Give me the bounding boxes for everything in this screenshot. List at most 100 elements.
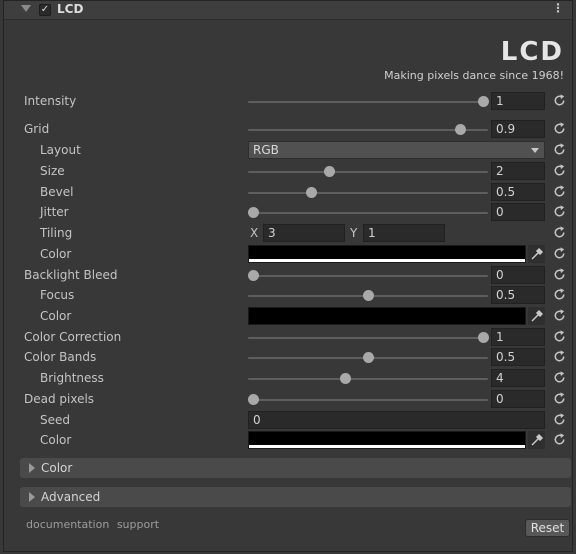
label-intensity: Intensity: [24, 94, 77, 108]
reset-icon[interactable]: [552, 432, 567, 447]
label-dead-pixels: Dead pixels: [24, 392, 95, 406]
bevel-field[interactable]: 0.5: [491, 183, 545, 201]
color-bands-slider[interactable]: [248, 348, 488, 368]
reset-icon[interactable]: [552, 349, 567, 364]
focus-field[interactable]: 0.5: [491, 286, 545, 304]
size-field[interactable]: 2: [491, 162, 545, 180]
row-bevel: Bevel 0.5: [4, 183, 572, 203]
enable-checkbox[interactable]: ✓: [39, 4, 51, 16]
slider-thumb[interactable]: [363, 290, 374, 301]
tiling-x-field[interactable]: 3: [263, 224, 345, 242]
documentation-link[interactable]: documentation: [26, 518, 109, 531]
label-grid-color: Color: [40, 247, 72, 261]
grid-slider[interactable]: [248, 120, 488, 140]
eyedropper-icon[interactable]: [528, 245, 545, 263]
footer-links: documentation support: [26, 518, 163, 531]
reset-icon[interactable]: [552, 163, 567, 178]
kebab-menu-icon[interactable]: ⋮: [552, 1, 564, 15]
color-correction-slider[interactable]: [248, 328, 489, 348]
layout-dropdown[interactable]: RGB: [248, 141, 545, 159]
label-layout: Layout: [40, 143, 81, 157]
tiling-y-field[interactable]: 1: [363, 224, 445, 242]
size-slider[interactable]: [248, 162, 488, 182]
grid-field[interactable]: 0.9: [491, 120, 545, 138]
tagline: Making pixels dance since 1968!: [384, 69, 564, 82]
row-grid-color: Color: [4, 245, 572, 265]
reset-icon[interactable]: [552, 370, 567, 385]
reset-icon[interactable]: [552, 225, 567, 240]
reset-icon[interactable]: [552, 308, 567, 323]
slider-thumb[interactable]: [248, 207, 259, 218]
foldout-advanced[interactable]: Advanced: [20, 487, 571, 507]
brightness-slider[interactable]: [248, 369, 488, 389]
row-color-bands: Color Bands 0.5: [4, 348, 572, 368]
row-seed: Seed 0: [4, 411, 572, 431]
reset-icon[interactable]: [552, 93, 567, 108]
color-correction-field[interactable]: 1: [491, 328, 545, 346]
reset-icon[interactable]: [552, 412, 567, 427]
row-focus: Focus 0.5: [4, 286, 572, 306]
slider-thumb[interactable]: [363, 352, 374, 363]
slider-thumb[interactable]: [478, 332, 489, 343]
dead-pixels-slider[interactable]: [248, 390, 488, 410]
intensity-field[interactable]: 1: [491, 92, 545, 110]
eyedropper-icon[interactable]: [528, 307, 545, 325]
reset-icon[interactable]: [552, 391, 567, 406]
dead-pixel-color-swatch[interactable]: [248, 431, 526, 449]
row-color-correction: Color Correction 1: [4, 328, 572, 348]
support-link[interactable]: support: [117, 518, 159, 531]
label-tiling: Tiling: [40, 226, 73, 240]
reset-icon[interactable]: [552, 267, 567, 282]
label-brightness: Brightness: [40, 371, 104, 385]
reset-icon[interactable]: [552, 287, 567, 302]
focus-slider[interactable]: [248, 286, 488, 306]
jitter-slider[interactable]: [248, 203, 488, 223]
reset-icon[interactable]: [552, 184, 567, 199]
reset-icon[interactable]: [552, 329, 567, 344]
reset-icon[interactable]: [552, 142, 567, 157]
alpha-bar: [249, 321, 525, 324]
slider-thumb[interactable]: [455, 124, 466, 135]
bevel-slider[interactable]: [248, 183, 488, 203]
row-intensity: Intensity 1: [4, 92, 572, 112]
lcd-logo: LCD: [500, 37, 564, 67]
label-grid: Grid: [24, 122, 50, 136]
row-size: Size 2: [4, 162, 572, 182]
tiling-y-label: Y: [350, 226, 358, 240]
label-size: Size: [40, 164, 65, 178]
component-header[interactable]: ✓ LCD ⋮: [4, 1, 572, 20]
row-layout: Layout RGB: [4, 141, 572, 161]
slider-thumb[interactable]: [248, 270, 259, 281]
lcd-inspector-panel: ✓ LCD ⋮ LCD Making pixels dance since 19…: [3, 0, 573, 552]
eyedropper-icon[interactable]: [528, 431, 545, 449]
slider-thumb[interactable]: [248, 394, 259, 405]
color-bands-field[interactable]: 0.5: [491, 348, 545, 366]
backlight-color-swatch[interactable]: [248, 307, 526, 325]
backlight-bleed-slider[interactable]: [248, 266, 488, 286]
reset-button[interactable]: Reset: [525, 519, 570, 537]
grid-color-swatch[interactable]: [248, 245, 526, 263]
slider-thumb[interactable]: [478, 96, 489, 107]
row-brightness: Brightness 4: [4, 369, 572, 389]
slider-thumb[interactable]: [305, 187, 317, 198]
backlight-bleed-field[interactable]: 0: [491, 266, 545, 284]
slider-thumb[interactable]: [323, 166, 335, 177]
slider-thumb[interactable]: [340, 373, 351, 384]
brightness-field[interactable]: 4: [491, 369, 545, 387]
row-dead-pixels: Dead pixels 0: [4, 390, 572, 410]
label-seed: Seed: [40, 413, 70, 427]
tiling-x-label: X: [250, 226, 259, 240]
intensity-slider[interactable]: [248, 92, 489, 112]
alpha-bar: [249, 445, 525, 448]
collapse-arrow-icon[interactable]: [21, 5, 31, 12]
dead-pixels-field[interactable]: 0: [491, 390, 545, 408]
jitter-field[interactable]: 0: [491, 203, 545, 221]
reset-icon[interactable]: [552, 246, 567, 261]
foldout-color[interactable]: Color: [20, 458, 571, 478]
reset-icon[interactable]: [552, 204, 567, 219]
seed-field[interactable]: 0: [248, 411, 545, 429]
row-jitter: Jitter 0: [4, 203, 572, 223]
reset-icon[interactable]: [552, 121, 567, 136]
label-backlight-bleed: Backlight Bleed: [24, 268, 118, 282]
label-color-correction: Color Correction: [24, 330, 122, 344]
